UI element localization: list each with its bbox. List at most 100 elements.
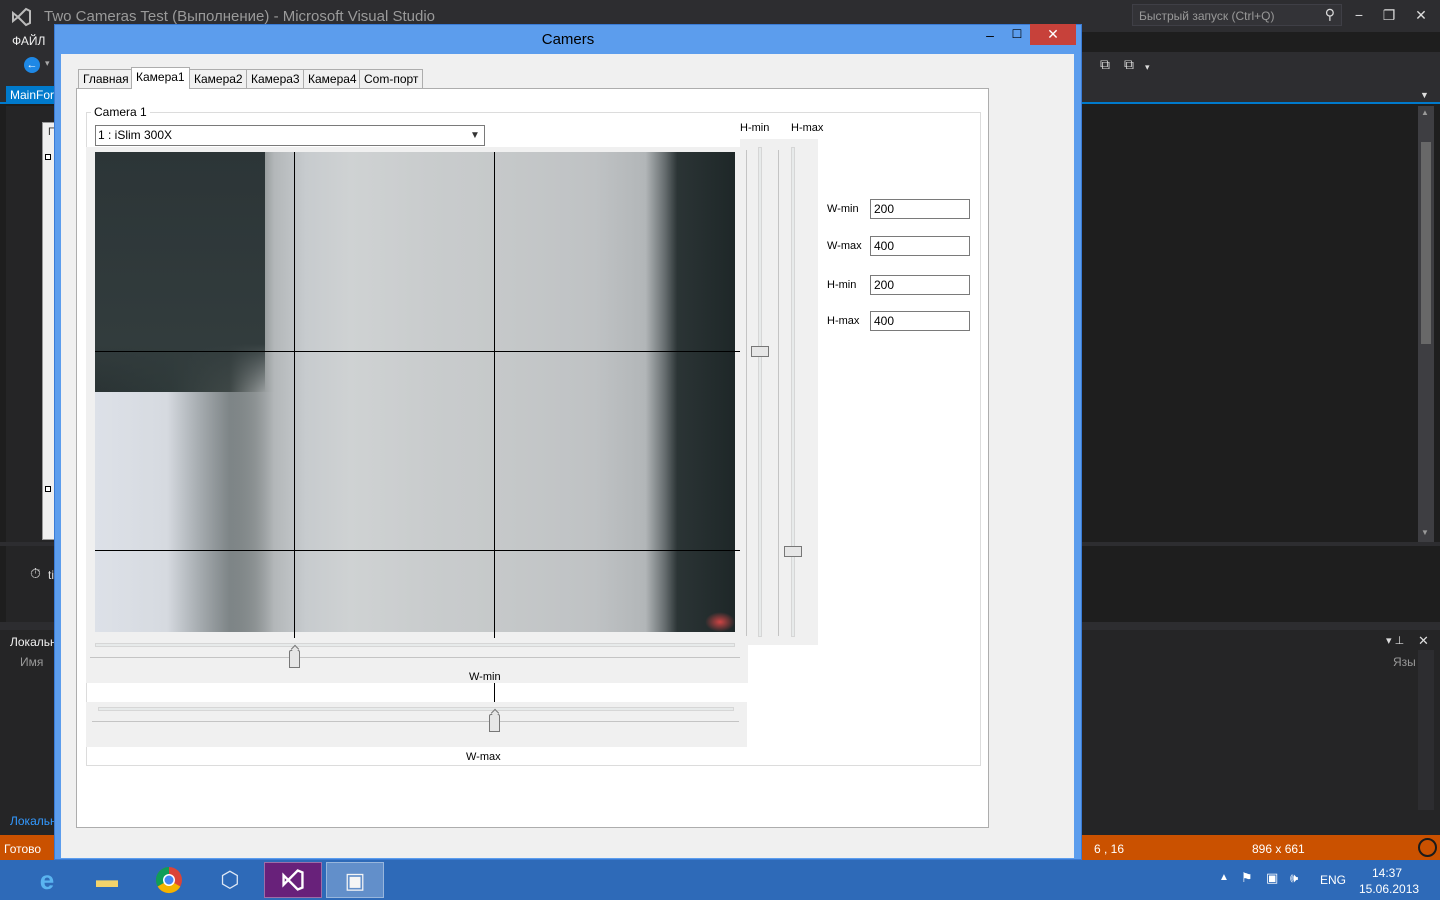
h-min-slider-track[interactable] (758, 147, 762, 637)
h-max-slider-label: H-max (791, 122, 824, 134)
w-max-input[interactable]: 400 (870, 236, 970, 256)
taskbar-chrome[interactable] (140, 862, 198, 898)
menu-file[interactable]: ФАЙЛ (12, 34, 45, 48)
vs-restore-button[interactable]: ❐ (1374, 4, 1404, 26)
close-icon[interactable]: ✕ (1418, 633, 1429, 649)
tab-camera1[interactable]: Камера1 (131, 67, 190, 89)
vs-window-title: Two Cameras Test (Выполнение) - Microsof… (44, 8, 436, 25)
slider-tick-line (746, 150, 747, 636)
h-max-input[interactable]: 400 (870, 311, 970, 331)
chevron-down-icon[interactable]: ▾ (45, 58, 50, 69)
taskbar-visual-studio[interactable] (264, 862, 322, 898)
w-min-field-label: W-min (827, 203, 859, 215)
status-size: 896 x 661 (1252, 842, 1305, 856)
h-min-slider-thumb[interactable] (751, 346, 769, 357)
locals-tab[interactable]: Локальн (10, 814, 57, 828)
tab-camera3[interactable]: Камера3 (246, 69, 305, 88)
component-tray (6, 546, 56, 622)
status-text: Готово (4, 842, 42, 856)
chrome-icon (155, 866, 182, 894)
camera-frame-shadow (95, 152, 265, 392)
locals-window-title: Локальн (10, 635, 57, 649)
resize-handle[interactable] (45, 154, 51, 160)
tab-com-port[interactable]: Com-порт (359, 69, 424, 88)
chevron-down-icon[interactable]: ▼ (1420, 90, 1429, 100)
vs-side-panel (1083, 546, 1435, 622)
w-max-field-label: W-max (827, 240, 862, 252)
camera-frame-artifact (705, 612, 735, 632)
locals-column-name[interactable]: Имя (20, 655, 43, 669)
w-min-slider-label: W-min (469, 671, 501, 683)
scroll-up-icon[interactable]: ▲ (1421, 108, 1429, 117)
w-max-slider-label: W-max (466, 751, 501, 763)
minimize-button[interactable]: – (978, 24, 1002, 44)
status-position: 6 , 16 (1094, 842, 1125, 856)
close-button[interactable]: ✕ (1030, 24, 1076, 45)
tab-glavnaya[interactable]: Главная (78, 69, 134, 88)
toolbar-overflow-icon[interactable]: ▾ (1145, 62, 1150, 73)
taskbar-camers-app[interactable]: ▣ (326, 862, 384, 898)
quick-launch-placeholder: Быстрый запуск (Ctrl+Q) (1139, 9, 1275, 23)
visual-studio-logo-icon (12, 7, 31, 27)
vertical-scrollbar[interactable] (1418, 650, 1434, 810)
window-title: Camers (541, 31, 595, 48)
w-max-slider-thumb[interactable] (489, 714, 500, 732)
h-min-input[interactable]: 200 (870, 275, 970, 295)
network-icon[interactable]: ▣ (1266, 870, 1278, 886)
h-max-field-label: H-max (827, 315, 860, 327)
layout-icon[interactable]: ⧉ (1100, 56, 1110, 73)
taskbar-internet-explorer[interactable]: e (18, 862, 76, 898)
vs-close-button[interactable]: ✕ (1406, 4, 1436, 26)
taskbar-file-explorer[interactable]: ▬ (78, 862, 136, 898)
resize-handle[interactable] (45, 486, 51, 492)
internet-explorer-icon: e (39, 865, 55, 895)
visual-studio-icon (282, 869, 304, 891)
h-max-slider-track[interactable] (791, 147, 795, 637)
h-min-guide-line (95, 351, 760, 352)
show-hidden-icons-icon[interactable]: ▲ (1219, 872, 1229, 883)
taskbar-virtualbox[interactable]: ⬡ (201, 862, 259, 898)
virtualbox-icon: ⬡ (220, 867, 240, 892)
h-min-slider-label: H-min (740, 122, 770, 134)
tab-camera2[interactable]: Камера2 (189, 69, 248, 88)
h-max-slider-thumb[interactable] (784, 546, 802, 557)
h-min-field-label: H-min (827, 279, 857, 291)
group-box-title: Camera 1 (91, 105, 150, 119)
w-max-guide-line (494, 152, 495, 722)
camera-select-value: 1 : iSlim 300X (98, 128, 173, 142)
maximize-button[interactable]: ☐ (1005, 24, 1029, 44)
clock-date[interactable]: 15.06.2013 (1359, 882, 1419, 896)
input-language[interactable]: ENG (1320, 873, 1346, 887)
timer-icon[interactable]: ⏱ (30, 565, 41, 582)
navigate-back-icon[interactable]: ← (24, 57, 40, 73)
slider-tick-line (92, 721, 739, 722)
locals-column-language[interactable]: Язы (1393, 655, 1416, 669)
status-indicator-icon (1418, 838, 1437, 857)
w-min-input[interactable]: 200 (870, 199, 970, 219)
chevron-down-icon[interactable]: ▼ (466, 126, 484, 145)
slider-tick-line (90, 657, 740, 658)
tab-camera4[interactable]: Камера4 (303, 69, 362, 88)
w-min-slider-thumb[interactable] (289, 650, 300, 668)
slider-tick-line (778, 150, 779, 636)
w-min-slider-track[interactable] (95, 643, 735, 647)
volume-icon[interactable]: 🕪 (1290, 870, 1298, 886)
action-center-flag-icon[interactable]: ⚑ (1241, 870, 1253, 886)
camers-app-icon: ▣ (344, 868, 366, 893)
quick-launch-input[interactable]: Быстрый запуск (Ctrl+Q) ⚲ (1132, 4, 1342, 26)
scroll-down-icon[interactable]: ▼ (1421, 528, 1429, 537)
pin-icon[interactable]: ▾ ⊥ (1386, 634, 1404, 647)
w-min-guide-line (294, 152, 295, 658)
file-explorer-icon: ▬ (96, 867, 118, 892)
search-icon[interactable]: ⚲ (1325, 6, 1335, 23)
layout-icon[interactable]: ⧉ (1124, 56, 1134, 73)
vs-editor-area (1083, 106, 1418, 542)
clock-time[interactable]: 14:37 (1372, 866, 1402, 880)
scrollbar-thumb[interactable] (1421, 142, 1431, 344)
vs-minimize-button[interactable]: − (1344, 4, 1374, 26)
h-max-guide-line (95, 550, 785, 551)
document-tab-mainform[interactable]: MainFor (6, 86, 59, 104)
w-max-slider-track[interactable] (98, 707, 734, 711)
vertical-slider-panel (740, 139, 818, 645)
camera-frame-highlight (95, 392, 275, 632)
